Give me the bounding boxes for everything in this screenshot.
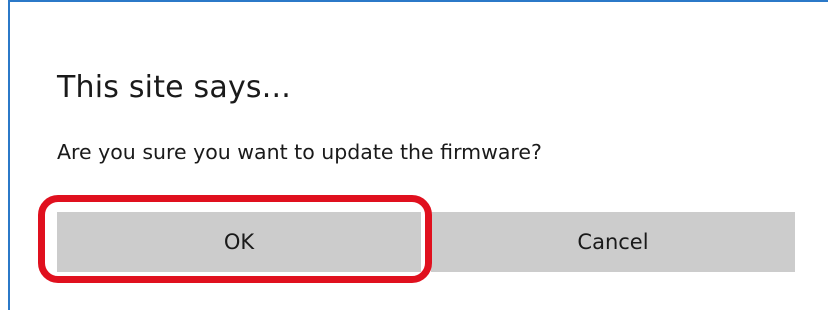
- ok-button[interactable]: OK: [57, 212, 421, 272]
- alert-dialog: This site says... Are you sure you want …: [8, 0, 828, 310]
- dialog-title: This site says...: [57, 70, 291, 105]
- cancel-button-label: Cancel: [577, 230, 649, 254]
- ok-button-label: OK: [223, 230, 255, 254]
- cancel-button[interactable]: Cancel: [431, 212, 795, 272]
- dialog-message: Are you sure you want to update the firm…: [57, 140, 542, 164]
